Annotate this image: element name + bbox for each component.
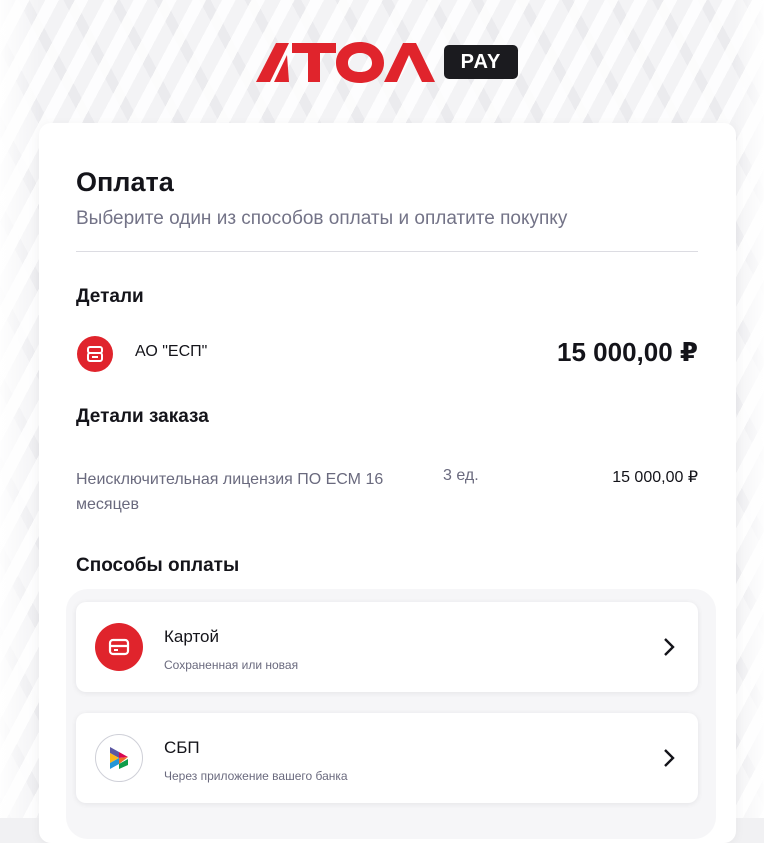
payment-card: Оплата Выберите один из способов оплаты …: [39, 123, 736, 843]
chevron-right-icon: [664, 749, 675, 767]
page-title: Оплата: [76, 167, 174, 197]
sbp-icon: [95, 734, 143, 782]
background-fade-right: [734, 0, 764, 818]
chevron-right-icon: [664, 638, 675, 656]
card-icon: [95, 623, 143, 671]
payment-methods-heading: Способы оплаты: [76, 555, 240, 576]
order-item-name: Неисключительная лицензия ПО ЕСМ 16 меся…: [76, 471, 384, 513]
order-item-qty: 3 ед.: [443, 467, 479, 484]
details-heading: Детали: [76, 286, 144, 307]
header: PAY: [0, 25, 764, 95]
background-fade-left: [0, 0, 40, 818]
atol-logo: [256, 42, 435, 83]
method-title: Картой: [164, 627, 219, 646]
pay-by-card-option[interactable]: Картой Сохраненная или новая: [76, 602, 698, 692]
method-subtitle: Сохраненная или новая: [164, 658, 299, 672]
order-details-heading: Детали заказа: [76, 406, 209, 427]
order-item-price: 15 000,00 ₽: [612, 469, 698, 486]
method-subtitle: Через приложение вашего банка: [164, 769, 348, 783]
divider: [76, 251, 698, 252]
merchant-icon: [77, 336, 113, 372]
pay-by-sbp-option[interactable]: СБП Через приложение вашего банка: [76, 713, 698, 803]
merchant-name: АО "ЕСП": [135, 343, 208, 360]
pay-badge: PAY: [444, 45, 518, 79]
total-amount: 15 000,00 ₽: [557, 337, 698, 367]
store-icon: [87, 346, 103, 362]
method-title: СБП: [164, 738, 200, 757]
page-subtitle: Выберите один из способов оплаты и оплат…: [76, 208, 568, 229]
